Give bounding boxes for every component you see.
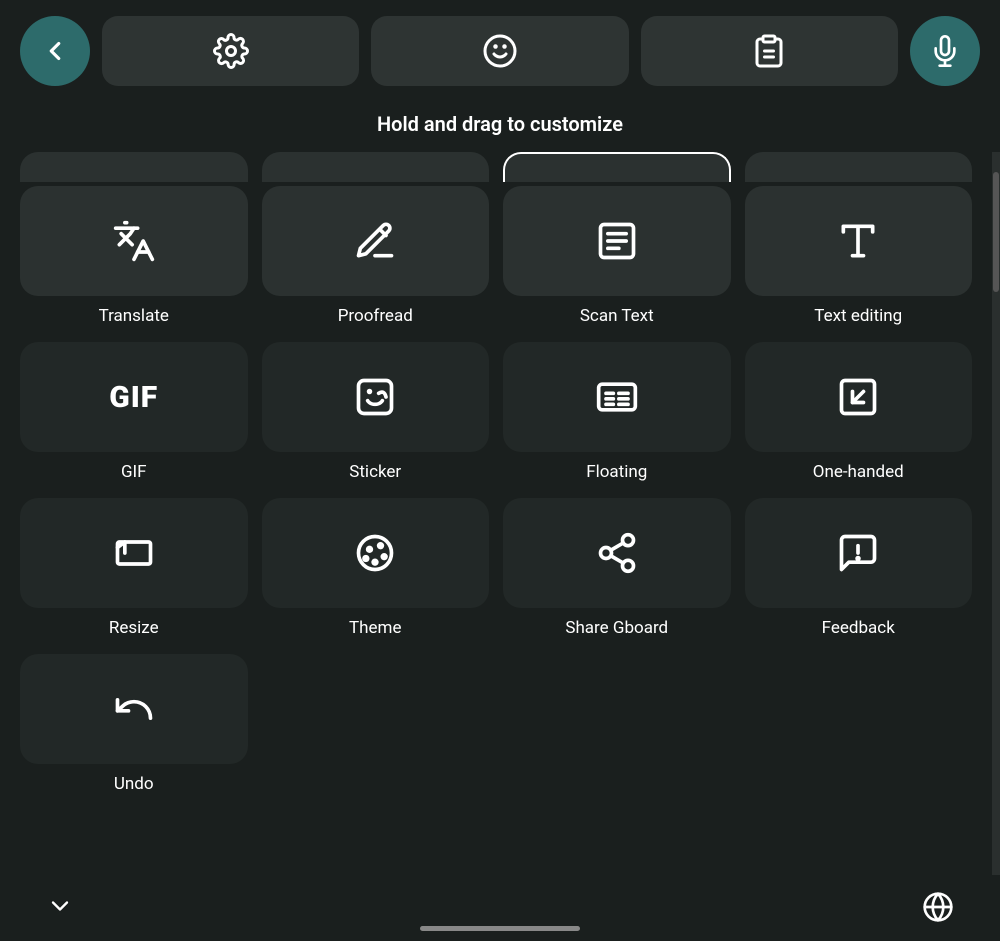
feedback-card[interactable] — [745, 498, 973, 608]
translate-label: Translate — [99, 306, 169, 326]
bottom-bar — [0, 875, 1000, 941]
main-content: Translate Proofread — [0, 152, 1000, 875]
floating-label: Floating — [586, 462, 647, 482]
partial-card-1 — [20, 152, 248, 182]
share-gboard-card[interactable] — [503, 498, 731, 608]
partial-card-3 — [503, 152, 731, 182]
bottom-bar-inner — [30, 885, 970, 933]
undo-label: Undo — [114, 774, 154, 794]
chevron-down-button[interactable] — [30, 886, 90, 932]
scan-text-card[interactable] — [503, 186, 731, 296]
proofread-card[interactable] — [262, 186, 490, 296]
instruction-text: Hold and drag to customize — [0, 102, 1000, 152]
row-4: Undo — [20, 654, 972, 794]
row-3: Resize Theme — [20, 498, 972, 638]
theme-card[interactable] — [262, 498, 490, 608]
gif-label: GIF — [121, 462, 147, 482]
floating-item[interactable]: Floating — [503, 342, 731, 482]
text-editing-label: Text editing — [814, 306, 902, 326]
translate-card[interactable] — [20, 186, 248, 296]
home-indicator — [420, 926, 580, 931]
grid-area: Translate Proofread — [0, 152, 992, 875]
partial-card-2 — [262, 152, 490, 182]
mic-button[interactable] — [910, 16, 980, 86]
sticker-label: Sticker — [349, 462, 401, 482]
undo-card[interactable] — [20, 654, 248, 764]
clipboard-button[interactable] — [641, 16, 898, 86]
scrollbar-thumb[interactable] — [993, 172, 999, 292]
translate-item[interactable]: Translate — [20, 186, 248, 326]
gif-card[interactable]: GIF — [20, 342, 248, 452]
one-handed-card[interactable] — [745, 342, 973, 452]
one-handed-label: One-handed — [813, 462, 904, 482]
sticker-item[interactable]: Sticker — [262, 342, 490, 482]
resize-label: Resize — [109, 618, 159, 638]
settings-button[interactable] — [102, 16, 359, 86]
feedback-item[interactable]: Feedback — [745, 498, 973, 638]
scan-text-label: Scan Text — [580, 306, 654, 326]
gif-text: GIF — [109, 380, 158, 415]
row-2: GIF GIF Sticker — [20, 342, 972, 482]
text-editing-item[interactable]: Text editing — [745, 186, 973, 326]
partial-card-4 — [745, 152, 973, 182]
resize-card[interactable] — [20, 498, 248, 608]
theme-label: Theme — [349, 618, 401, 638]
globe-button[interactable] — [906, 885, 970, 933]
row-1: Translate Proofread — [20, 186, 972, 326]
share-gboard-item[interactable]: Share Gboard — [503, 498, 731, 638]
gif-item[interactable]: GIF GIF — [20, 342, 248, 482]
scrollbar-track[interactable] — [992, 152, 1000, 875]
text-editing-card[interactable] — [745, 186, 973, 296]
emoji-button[interactable] — [371, 16, 628, 86]
back-button[interactable] — [20, 16, 90, 86]
proofread-item[interactable]: Proofread — [262, 186, 490, 326]
top-bar — [0, 0, 1000, 102]
theme-item[interactable]: Theme — [262, 498, 490, 638]
one-handed-item[interactable]: One-handed — [745, 342, 973, 482]
proofread-label: Proofread — [338, 306, 413, 326]
partial-row — [20, 152, 972, 182]
share-gboard-label: Share Gboard — [565, 618, 668, 638]
floating-card[interactable] — [503, 342, 731, 452]
resize-item[interactable]: Resize — [20, 498, 248, 638]
sticker-card[interactable] — [262, 342, 490, 452]
undo-item[interactable]: Undo — [20, 654, 248, 794]
scan-text-item[interactable]: Scan Text — [503, 186, 731, 326]
feedback-label: Feedback — [822, 618, 895, 638]
